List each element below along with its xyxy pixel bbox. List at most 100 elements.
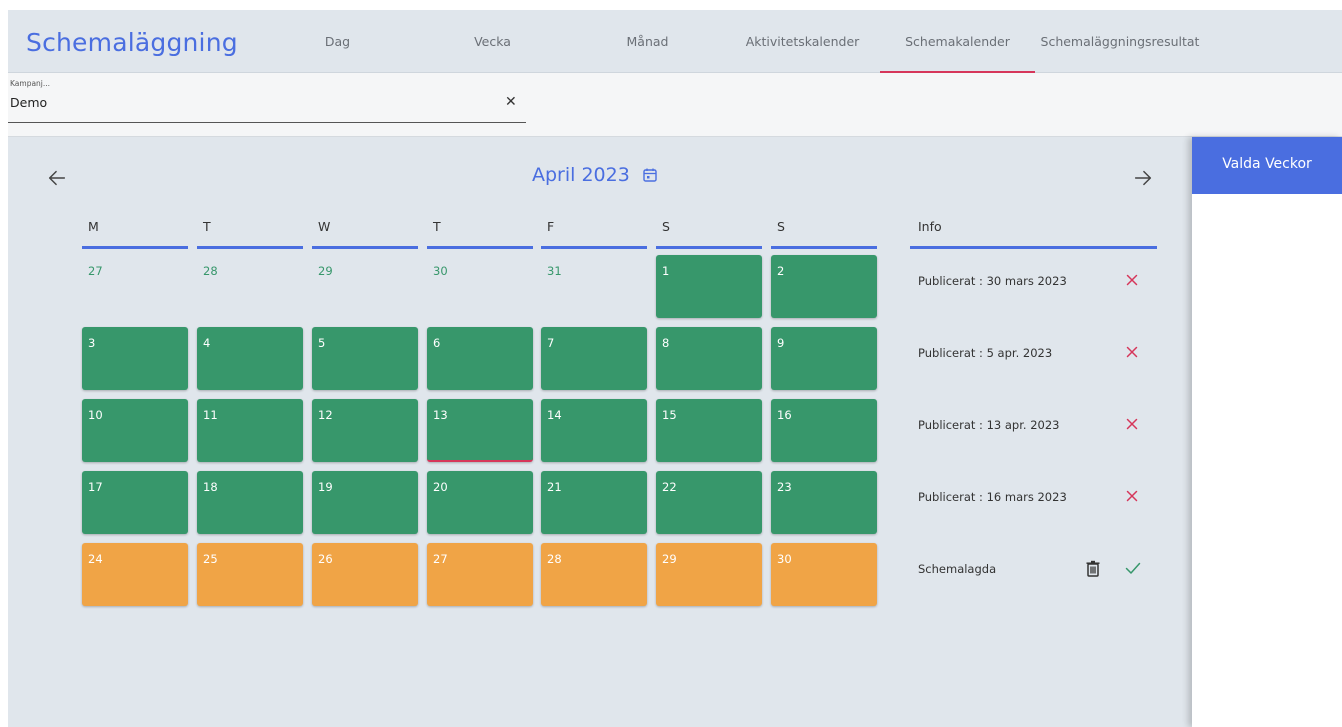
weekday-header: T bbox=[197, 213, 303, 249]
day-number: 2 bbox=[777, 264, 785, 278]
arrow-right-icon[interactable] bbox=[1132, 167, 1154, 189]
close-icon[interactable] bbox=[1125, 417, 1139, 431]
day-cell[interactable]: 27 bbox=[82, 255, 188, 318]
calendar-area: April 2023 M T W T F S S Info 27 28 29 30 31… bbox=[8, 137, 1192, 727]
day-cell[interactable]: 20 bbox=[427, 471, 533, 534]
day-number: 10 bbox=[88, 408, 103, 422]
day-cell[interactable]: 5 bbox=[312, 327, 418, 390]
info-text: Publicerat : 30 mars 2023 bbox=[918, 274, 1067, 288]
tab-manad[interactable]: Månad bbox=[570, 10, 725, 73]
day-cell[interactable]: 25 bbox=[197, 543, 303, 606]
day-number: 13 bbox=[433, 408, 448, 422]
info-text: Schemalagda bbox=[918, 562, 997, 576]
weekday-header: T bbox=[427, 213, 533, 249]
day-cell[interactable]: 12 bbox=[312, 399, 418, 462]
selected-weeks-header[interactable]: Valda Veckor bbox=[1192, 137, 1342, 194]
calendar-icon bbox=[643, 168, 657, 182]
day-cell[interactable]: 4 bbox=[197, 327, 303, 390]
day-cell[interactable]: 27 bbox=[427, 543, 533, 606]
day-number: 25 bbox=[203, 552, 218, 566]
day-cell[interactable]: 16 bbox=[771, 399, 877, 462]
info-row: Publicerat : 5 apr. 2023 bbox=[910, 333, 1157, 373]
day-number: 29 bbox=[662, 552, 677, 566]
day-number: 17 bbox=[88, 480, 103, 494]
info-text: Publicerat : 5 apr. 2023 bbox=[918, 346, 1053, 360]
app-header: Schemaläggning Dag Vecka Månad Aktivitet… bbox=[8, 10, 1342, 73]
day-number: 14 bbox=[547, 408, 562, 422]
trash-icon[interactable] bbox=[1085, 560, 1101, 577]
day-cell[interactable]: 8 bbox=[656, 327, 762, 390]
day-number: 5 bbox=[318, 336, 326, 350]
tab-schemakalender[interactable]: Schemakalender bbox=[880, 10, 1035, 73]
day-cell[interactable]: 30 bbox=[771, 543, 877, 606]
day-number: 22 bbox=[662, 480, 677, 494]
app-frame: Schemaläggning Dag Vecka Månad Aktivitet… bbox=[8, 10, 1342, 727]
info-row: Publicerat : 30 mars 2023 bbox=[910, 261, 1157, 301]
day-number: 24 bbox=[88, 552, 103, 566]
weekday-header: M bbox=[82, 213, 188, 249]
day-number: 12 bbox=[318, 408, 333, 422]
day-number: 16 bbox=[777, 408, 792, 422]
day-cell[interactable]: 22 bbox=[656, 471, 762, 534]
campaign-label: Kampanj... bbox=[10, 79, 51, 88]
day-number: 11 bbox=[203, 408, 218, 422]
close-icon[interactable] bbox=[1125, 345, 1139, 359]
day-number: 8 bbox=[662, 336, 670, 350]
day-cell[interactable]: 14 bbox=[541, 399, 647, 462]
day-cell[interactable]: 7 bbox=[541, 327, 647, 390]
day-number: 21 bbox=[547, 480, 562, 494]
day-number: 19 bbox=[318, 480, 333, 494]
close-icon[interactable] bbox=[1125, 273, 1139, 287]
info-text: Publicerat : 16 mars 2023 bbox=[918, 490, 1067, 504]
day-cell[interactable]: 28 bbox=[541, 543, 647, 606]
info-row: Schemalagda bbox=[910, 549, 1157, 589]
day-cell[interactable]: 23 bbox=[771, 471, 877, 534]
campaign-bar: Kampanj... ✕ bbox=[8, 73, 1342, 137]
arrow-left-icon[interactable] bbox=[46, 167, 68, 189]
day-cell[interactable]: 19 bbox=[312, 471, 418, 534]
weekday-header: S bbox=[656, 213, 762, 249]
tab-vecka[interactable]: Vecka bbox=[415, 10, 570, 73]
day-cell[interactable]: 29 bbox=[656, 543, 762, 606]
day-number: 29 bbox=[318, 264, 333, 278]
day-cell[interactable]: 21 bbox=[541, 471, 647, 534]
close-icon[interactable] bbox=[1125, 489, 1139, 503]
month-label: April 2023 bbox=[532, 164, 630, 186]
selected-weeks-panel: Valda Veckor bbox=[1192, 137, 1342, 727]
check-icon[interactable] bbox=[1125, 561, 1141, 575]
day-cell[interactable]: 10 bbox=[82, 399, 188, 462]
day-cell[interactable]: 17 bbox=[82, 471, 188, 534]
day-cell[interactable]: 18 bbox=[197, 471, 303, 534]
day-cell[interactable]: 24 bbox=[82, 543, 188, 606]
weekday-header: W bbox=[312, 213, 418, 249]
tab-label: Vecka bbox=[474, 34, 511, 49]
tab-label: Dag bbox=[324, 34, 351, 49]
day-number: 1 bbox=[662, 264, 670, 278]
day-cell[interactable]: 11 bbox=[197, 399, 303, 462]
day-cell[interactable]: 13 bbox=[427, 399, 533, 462]
info-text: Publicerat : 13 apr. 2023 bbox=[918, 418, 1060, 432]
tab-aktivitetskalender[interactable]: Aktivitetskalender bbox=[725, 10, 880, 73]
day-cell[interactable]: 15 bbox=[656, 399, 762, 462]
day-cell[interactable]: 2 bbox=[771, 255, 877, 318]
day-cell[interactable]: 3 bbox=[82, 327, 188, 390]
day-cell[interactable]: 1 bbox=[656, 255, 762, 318]
day-cell[interactable]: 26 bbox=[312, 543, 418, 606]
month-selector[interactable]: April 2023 bbox=[532, 164, 658, 186]
day-cell[interactable]: 29 bbox=[312, 255, 418, 318]
day-number: 7 bbox=[547, 336, 555, 350]
day-cell[interactable]: 6 bbox=[427, 327, 533, 390]
tab-schemalaggningsresultat[interactable]: Schemaläggningsresultat bbox=[1035, 10, 1205, 73]
campaign-input[interactable] bbox=[10, 95, 450, 110]
day-cell[interactable]: 9 bbox=[771, 327, 877, 390]
day-number: 20 bbox=[433, 480, 448, 494]
tab-dag[interactable]: Dag bbox=[260, 10, 415, 73]
day-number: 30 bbox=[777, 552, 792, 566]
close-icon[interactable]: ✕ bbox=[505, 95, 519, 109]
campaign-field[interactable]: Kampanj... ✕ bbox=[8, 73, 526, 123]
day-cell[interactable]: 28 bbox=[197, 255, 303, 318]
day-cell[interactable]: 31 bbox=[541, 255, 647, 318]
day-cell[interactable]: 30 bbox=[427, 255, 533, 318]
tab-bar: Dag Vecka Månad Aktivitetskalender Schem… bbox=[260, 10, 1205, 73]
tab-label: Schemakalender bbox=[905, 34, 1010, 49]
